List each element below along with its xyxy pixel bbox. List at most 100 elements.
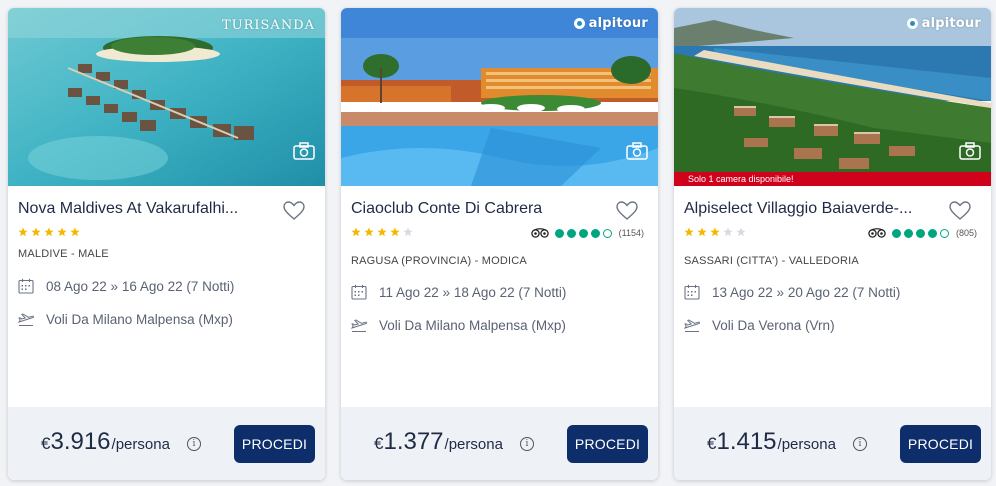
star-icon bbox=[697, 227, 707, 237]
price-per-person: /persona bbox=[777, 436, 836, 453]
alpitour-logo-icon bbox=[906, 18, 918, 29]
review-count[interactable]: (1154) bbox=[619, 228, 644, 238]
brand-logo-turisanda: TURISANDA bbox=[221, 18, 315, 33]
brand-logo-alpitour: alpitour bbox=[573, 16, 648, 31]
rating-bubble bbox=[939, 228, 949, 238]
travel-dates-text: 13 Ago 22 » 20 Ago 22 (7 Notti) bbox=[712, 284, 901, 300]
rating-bubble bbox=[927, 228, 937, 238]
rating-bubble bbox=[590, 228, 600, 238]
star-rating bbox=[18, 227, 80, 237]
camera-icon[interactable] bbox=[959, 142, 981, 160]
calendar-icon bbox=[351, 284, 367, 300]
price-footer: € 1.415 /persona i PROCEDI bbox=[674, 407, 991, 480]
offer-card[interactable]: alpitour Solo 1 camera disponibile! Alpi… bbox=[674, 8, 991, 480]
heart-icon[interactable] bbox=[616, 201, 638, 221]
flight-info-text: Voli Da Milano Malpensa (Mxp) bbox=[46, 311, 233, 327]
star-icon bbox=[377, 227, 387, 237]
tripadvisor-icon bbox=[530, 228, 549, 238]
offer-card[interactable]: alpitour Ciaoclub Conte Di Cabrera (1154… bbox=[341, 8, 658, 480]
alpitour-logo-icon bbox=[573, 18, 585, 29]
price: € 1.415 /persona bbox=[707, 428, 836, 456]
calendar-icon bbox=[18, 278, 34, 294]
price-amount: 1.415 bbox=[716, 428, 777, 455]
price-amount: 1.377 bbox=[383, 428, 444, 455]
star-icon bbox=[31, 227, 41, 237]
star-icon bbox=[18, 227, 28, 237]
plane-icon bbox=[351, 319, 367, 332]
rating-bubble bbox=[578, 228, 588, 238]
price-footer: € 1.377 /persona i PROCEDI bbox=[341, 407, 658, 480]
rating-bubble bbox=[891, 228, 901, 238]
star-icon bbox=[70, 227, 80, 237]
star-icon bbox=[723, 227, 733, 237]
price-amount: 3.916 bbox=[50, 428, 111, 455]
info-icon[interactable]: i bbox=[187, 437, 201, 451]
star-icon bbox=[57, 227, 67, 237]
rating-bubble bbox=[554, 228, 564, 238]
camera-icon[interactable] bbox=[626, 142, 648, 160]
hotel-photo[interactable]: alpitour Solo 1 camera disponibile! bbox=[674, 8, 991, 186]
flight-info: Voli Da Milano Malpensa (Mxp) bbox=[351, 317, 566, 333]
travel-dates-text: 08 Ago 22 » 16 Ago 22 (7 Notti) bbox=[46, 278, 235, 294]
flight-info-text: Voli Da Verona (Vrn) bbox=[712, 317, 835, 333]
hotel-title[interactable]: Nova Maldives At Vakarufalhi... bbox=[18, 200, 268, 218]
star-icon bbox=[44, 227, 54, 237]
hotel-title[interactable]: Ciaoclub Conte Di Cabrera bbox=[351, 200, 601, 218]
price-per-person: /persona bbox=[111, 436, 170, 453]
hotel-photo[interactable]: alpitour bbox=[341, 8, 658, 186]
info-icon[interactable]: i bbox=[853, 437, 867, 451]
travel-dates: 11 Ago 22 » 18 Ago 22 (7 Notti) bbox=[351, 284, 566, 300]
tripadvisor-icon bbox=[868, 228, 886, 238]
hotel-photo[interactable]: TURISANDA bbox=[8, 8, 325, 186]
hotel-title[interactable]: Alpiselect Villaggio Baiaverde-... bbox=[684, 200, 934, 218]
price: € 1.377 /persona bbox=[374, 428, 503, 456]
flight-info-text: Voli Da Milano Malpensa (Mxp) bbox=[379, 317, 566, 333]
travel-dates: 13 Ago 22 » 20 Ago 22 (7 Notti) bbox=[684, 284, 900, 300]
procedi-button[interactable]: PROCEDI bbox=[900, 425, 981, 463]
star-icon bbox=[403, 227, 413, 237]
price-footer: € 3.916 /persona i PROCEDI bbox=[8, 407, 325, 480]
rating-bubble bbox=[566, 228, 576, 238]
travel-dates-text: 11 Ago 22 » 18 Ago 22 (7 Notti) bbox=[379, 284, 567, 300]
travel-dates: 08 Ago 22 » 16 Ago 22 (7 Notti) bbox=[18, 278, 234, 294]
price-currency: € bbox=[41, 434, 51, 453]
flight-info: Voli Da Verona (Vrn) bbox=[684, 317, 835, 333]
hotel-location: MALDIVE - MALE bbox=[18, 248, 109, 260]
brand-name: alpitour bbox=[588, 16, 648, 31]
info-icon[interactable]: i bbox=[520, 437, 534, 451]
heart-icon[interactable] bbox=[283, 201, 305, 221]
star-icon bbox=[710, 227, 720, 237]
procedi-button[interactable]: PROCEDI bbox=[567, 425, 648, 463]
tripadvisor-rating: (805) bbox=[868, 228, 977, 238]
star-icon bbox=[351, 227, 361, 237]
brand-logo-alpitour: alpitour bbox=[906, 16, 981, 31]
heart-icon[interactable] bbox=[949, 201, 971, 221]
hotel-photo-maldives bbox=[8, 8, 325, 186]
hotel-location: RAGUSA (PROVINCIA) - MODICA bbox=[351, 255, 527, 267]
star-rating bbox=[351, 227, 413, 237]
plane-icon bbox=[18, 313, 34, 326]
plane-icon bbox=[684, 319, 700, 332]
price-per-person: /persona bbox=[444, 436, 503, 453]
hotel-location: SASSARI (CITTA') - VALLEDORIA bbox=[684, 255, 859, 267]
hotel-photo-pool bbox=[341, 8, 658, 186]
price: € 3.916 /persona bbox=[41, 428, 170, 456]
availability-banner: Solo 1 camera disponibile! bbox=[674, 172, 991, 186]
calendar-icon bbox=[684, 284, 700, 300]
camera-icon[interactable] bbox=[293, 142, 315, 160]
procedi-button[interactable]: PROCEDI bbox=[234, 425, 315, 463]
review-count[interactable]: (805) bbox=[956, 228, 977, 238]
star-icon bbox=[390, 227, 400, 237]
rating-bubble bbox=[915, 228, 925, 238]
brand-name: alpitour bbox=[921, 16, 981, 31]
star-icon bbox=[364, 227, 374, 237]
tripadvisor-rating: (1154) bbox=[530, 228, 644, 238]
price-currency: € bbox=[707, 434, 717, 453]
star-icon bbox=[684, 227, 694, 237]
rating-bubble bbox=[602, 228, 612, 238]
hotel-photo-coast bbox=[674, 8, 991, 186]
offer-card[interactable]: TURISANDA Nova Maldives At Vakarufalhi..… bbox=[8, 8, 325, 480]
price-currency: € bbox=[374, 434, 384, 453]
rating-bubble bbox=[903, 228, 913, 238]
star-icon bbox=[736, 227, 746, 237]
